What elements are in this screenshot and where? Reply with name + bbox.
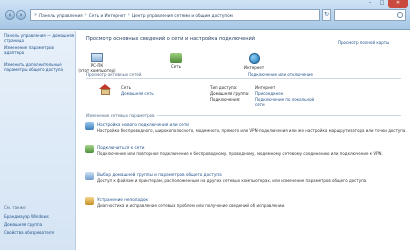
connections-value-link[interactable]: Подключение по локальной сети [255, 97, 315, 107]
breadcrumb-separator-icon: › [127, 12, 130, 18]
refresh-icon[interactable]: ↻ [322, 9, 331, 21]
home-network-icon [99, 84, 111, 95]
close-button[interactable]: ✕ [388, 0, 408, 8]
change-settings-heading: Изменение сетевых параметров [86, 113, 155, 118]
divider [157, 115, 401, 116]
search-icon [397, 12, 403, 18]
sidebar-link-home[interactable]: Панель управления — домашняя страница [4, 33, 74, 43]
network-type-link[interactable]: Домашняя сеть [121, 91, 154, 96]
homegroup-label: Домашняя группа: [210, 91, 250, 96]
minimize-button[interactable]: – [364, 0, 376, 8]
network-name: Сеть [121, 85, 131, 90]
sidebar-link-internet-options[interactable]: Свойства обозревателя [4, 230, 74, 235]
sidebar-link-homegroup[interactable]: Домашняя группа [4, 222, 74, 227]
divider [86, 78, 401, 79]
sidebar-link-adapter[interactable]: Изменение параметров адаптера [4, 45, 74, 55]
computer-icon [91, 53, 103, 62]
breadcrumb-item[interactable]: Панель управления [39, 13, 83, 18]
task-item: Выбор домашней группы и параметров общег… [85, 172, 409, 183]
search-input[interactable] [334, 9, 406, 21]
breadcrumb-separator-icon: › [84, 12, 87, 18]
breadcrumb-item[interactable]: Центр управления сетями и общим доступом [132, 13, 233, 18]
map-node-computer[interactable]: PC-ПК (этот компьютер) [77, 53, 117, 73]
map-node-label: Интернет [243, 65, 265, 70]
sidebar-link-firewall[interactable]: Брандмауэр Windows [4, 214, 74, 219]
maximize-button[interactable]: □ [376, 0, 388, 8]
globe-icon [248, 53, 260, 64]
active-networks-heading: Просмотр активных сетей [86, 72, 142, 77]
back-button[interactable]: ‹ [5, 10, 15, 20]
task-description: Настройка беспроводного, широкополосного… [97, 128, 407, 133]
map-node-network[interactable]: Сеть [156, 53, 196, 69]
homegroup-icon [85, 172, 94, 180]
forward-button[interactable]: › [16, 10, 26, 20]
connect-disconnect-link[interactable]: Подключение или отключение [248, 72, 313, 77]
task-description: Подключение или повторное подключение к … [97, 151, 383, 156]
full-map-link[interactable]: Просмотр полной карты [338, 40, 389, 45]
troubleshoot-icon [85, 197, 94, 205]
connect-network-icon [85, 145, 94, 153]
network-icon [170, 53, 182, 63]
map-node-label: Сеть [171, 64, 181, 69]
see-also-heading: См. также [4, 205, 26, 210]
access-type-label: Тип доступа: [210, 85, 238, 90]
access-type-value: Интернет [255, 85, 276, 90]
task-item: Настройка нового подключения или сети На… [85, 122, 409, 133]
connections-label: Подключения: [210, 97, 241, 102]
task-description: Доступ к файлам и принтерам, расположенн… [97, 178, 368, 183]
breadcrumb-item[interactable]: Сеть и Интернет [89, 13, 126, 18]
task-description: Диагностика и исправление сетевых пробле… [97, 203, 286, 208]
title-bar: – □ ✕ ‹ › » Панель управления › Сеть и И… [0, 0, 410, 30]
homegroup-value-link[interactable]: Присоединен [255, 91, 283, 96]
task-item: Устранение неполадок Диагностика и испра… [85, 197, 409, 208]
map-node-internet[interactable]: Интернет [234, 53, 274, 70]
task-item: Подключиться к сети Подключение или повт… [85, 145, 409, 156]
address-bar[interactable]: » Панель управления › Сеть и Интернет › … [30, 9, 320, 21]
sidebar-link-sharing[interactable]: Изменить дополнительные параметры общего… [4, 62, 74, 72]
sidebar: Панель управления — домашняя страница Из… [0, 31, 76, 250]
page-title: Просмотр основных сведений о сети и наст… [86, 36, 255, 42]
new-connection-icon [85, 122, 94, 130]
breadcrumb-separator-icon: » [34, 12, 38, 18]
main-panel: Просмотр основных сведений о сети и наст… [77, 31, 410, 250]
